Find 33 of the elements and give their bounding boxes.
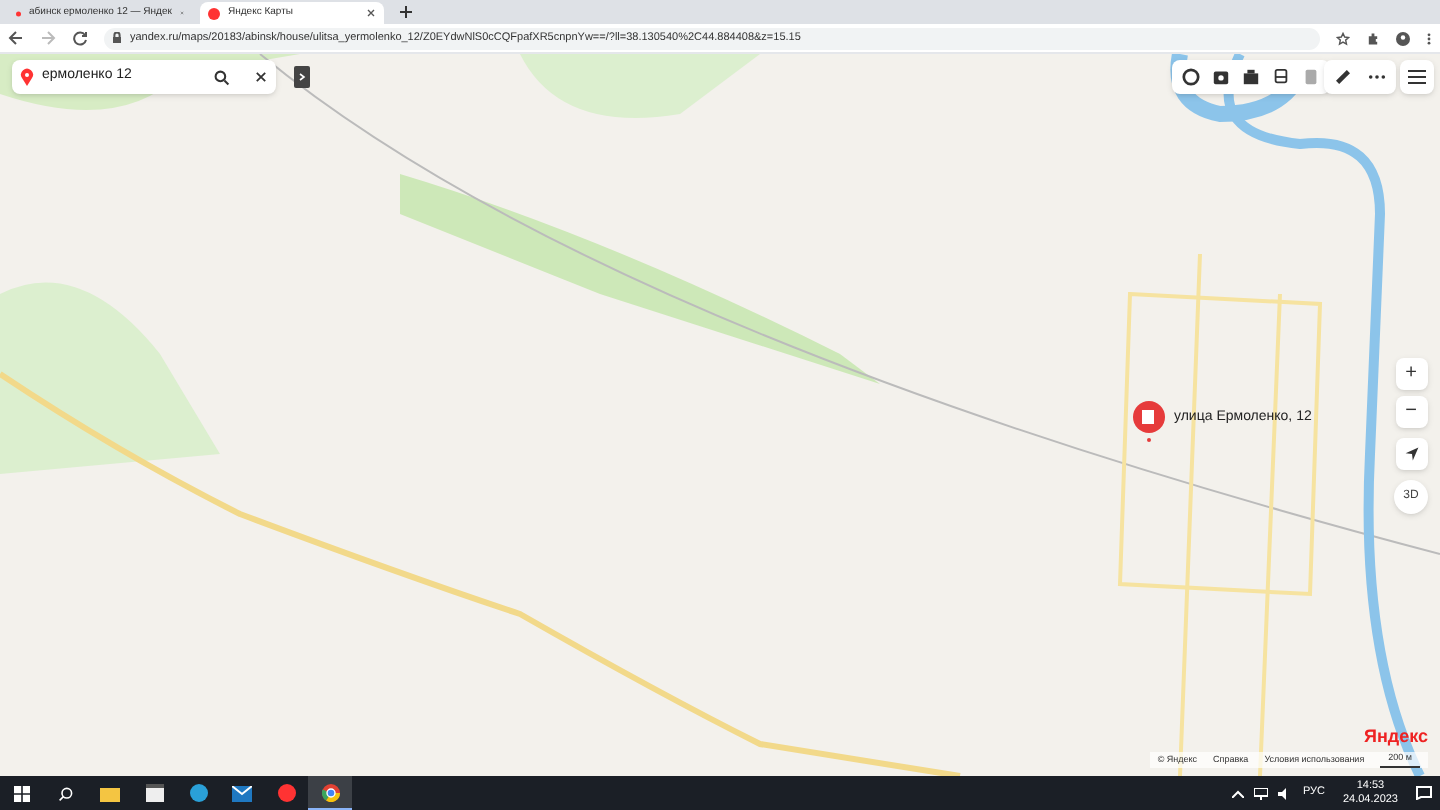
network-icon[interactable] bbox=[1254, 787, 1269, 799]
building-pin-icon[interactable] bbox=[1132, 400, 1166, 444]
chevron-up-icon[interactable] bbox=[1232, 789, 1245, 797]
star-icon[interactable] bbox=[1336, 31, 1350, 45]
camera-icon[interactable] bbox=[1242, 68, 1260, 86]
favicon-icon bbox=[208, 7, 220, 19]
search-icon[interactable] bbox=[214, 69, 230, 85]
circle-icon[interactable] bbox=[1182, 68, 1200, 86]
more-icon[interactable] bbox=[1426, 31, 1432, 45]
chrome-icon[interactable] bbox=[308, 776, 352, 810]
ruler-icon[interactable] bbox=[1334, 68, 1352, 86]
photo-icon[interactable] bbox=[1212, 68, 1230, 86]
puzzle-icon[interactable] bbox=[1366, 31, 1380, 45]
reload-icon[interactable] bbox=[72, 30, 88, 46]
zoom-in-button[interactable]: + bbox=[1395, 358, 1427, 390]
close-icon[interactable] bbox=[366, 8, 376, 18]
more-icon[interactable] bbox=[1368, 74, 1386, 80]
arrow-icon bbox=[1403, 446, 1419, 462]
favicon-icon bbox=[16, 7, 21, 19]
map-pin-icon bbox=[20, 68, 34, 86]
collapse-icon[interactable] bbox=[294, 66, 310, 88]
map-logo: Яндекс bbox=[1363, 723, 1428, 750]
locate-button[interactable] bbox=[1395, 438, 1427, 470]
menu-icon[interactable] bbox=[1408, 70, 1426, 84]
close-icon[interactable] bbox=[254, 70, 268, 84]
profile-icon[interactable] bbox=[1396, 31, 1410, 45]
zoom-out-button[interactable]: − bbox=[1395, 396, 1427, 428]
new-tab-icon[interactable] bbox=[400, 6, 412, 18]
menu-button[interactable] bbox=[1400, 60, 1434, 94]
start-icon[interactable] bbox=[14, 785, 30, 801]
back-icon[interactable] bbox=[8, 30, 24, 46]
notification-icon[interactable] bbox=[1416, 786, 1432, 800]
lock-icon[interactable] bbox=[112, 32, 122, 44]
